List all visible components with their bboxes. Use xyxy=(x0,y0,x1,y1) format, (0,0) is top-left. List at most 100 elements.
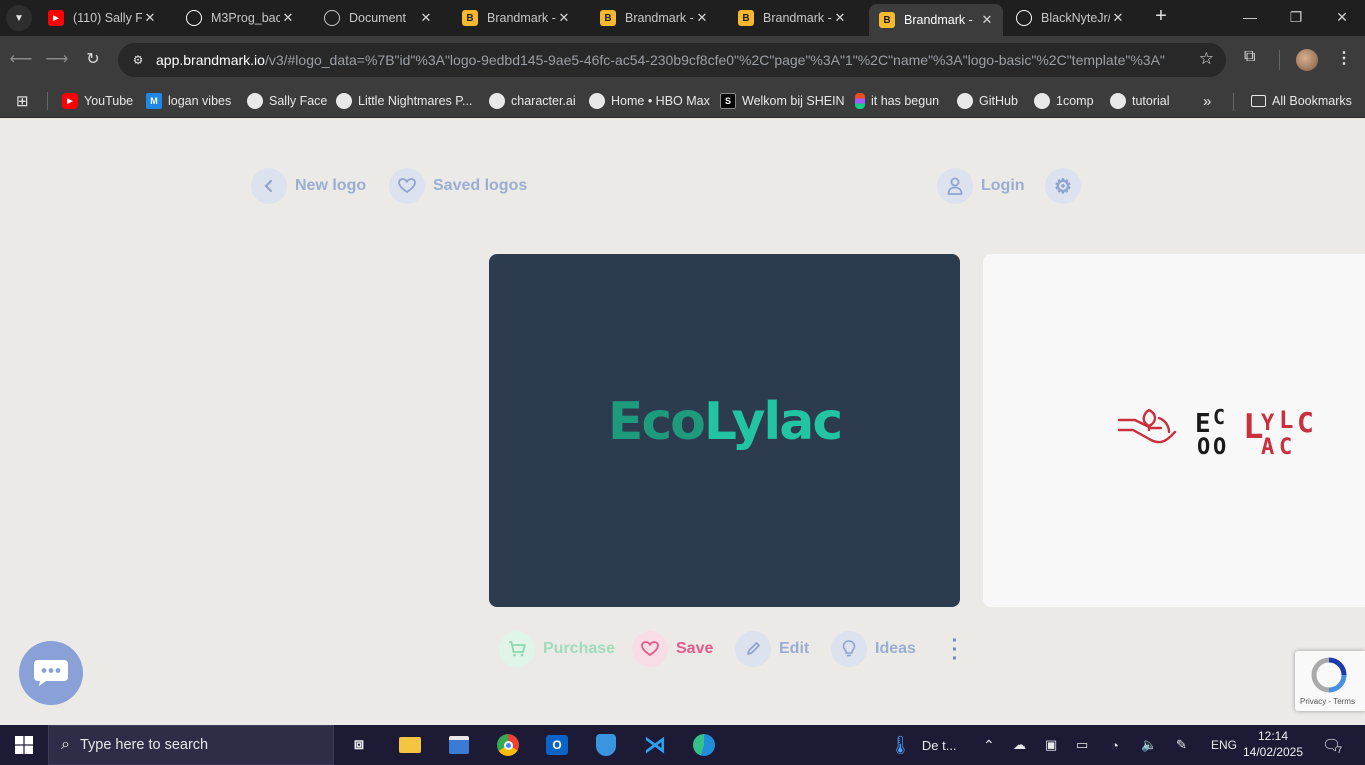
youtube-icon: ▶ xyxy=(48,10,64,26)
shield-app-icon[interactable] xyxy=(592,731,620,759)
globe-icon xyxy=(489,93,505,109)
tab-8[interactable]: BlackNyteJr/✕ xyxy=(1006,4,1134,32)
lylac-letter-l2: L xyxy=(1279,406,1293,434)
tab-close-icon[interactable]: ✕ xyxy=(418,10,434,26)
save-button[interactable]: Save xyxy=(632,631,713,667)
edit-button[interactable]: Edit xyxy=(735,631,809,667)
all-bookmarks-folder[interactable]: All Bookmarks xyxy=(1251,89,1352,113)
tab-title: (110) Sally Fa xyxy=(73,11,142,25)
tab-search-button[interactable]: ▼ xyxy=(6,5,32,31)
site-info-icon[interactable]: ⚙ xyxy=(128,50,148,70)
youtube-icon: ▶ xyxy=(62,93,78,109)
tab-close-icon[interactable]: ✕ xyxy=(280,10,296,26)
search-icon: ⌕ xyxy=(61,736,70,753)
file-explorer-icon[interactable] xyxy=(396,731,424,759)
battery-icon[interactable]: ▭ xyxy=(1076,725,1088,765)
wifi-icon[interactable]: ◔ xyxy=(1111,725,1119,765)
close-window-button[interactable]: ✕ xyxy=(1319,0,1365,34)
logo-preview-card[interactable]: EcoLylac xyxy=(489,254,960,607)
alt-logo-card[interactable]: E C O O L Y L C A C xyxy=(983,254,1365,607)
minimize-button[interactable]: — xyxy=(1227,0,1273,34)
more-options-icon[interactable]: · · · xyxy=(946,631,964,669)
more-bookmarks-icon[interactable]: » xyxy=(1203,89,1211,113)
vscode-icon[interactable]: ⋊ xyxy=(641,731,669,759)
skull-icon xyxy=(247,93,263,109)
pen-icon[interactable]: ✎ xyxy=(1176,725,1187,765)
saved-logos-button[interactable]: Saved logos xyxy=(389,168,527,204)
back-icon[interactable]: ⟵ xyxy=(8,46,34,72)
bookmark-10[interactable]: 1comp xyxy=(1034,89,1094,113)
edge-icon[interactable] xyxy=(690,731,718,759)
bookmark-5[interactable]: character.ai xyxy=(489,89,576,113)
url-text[interactable]: app.brandmark.io/v3/#logo_data=%7B"id"%3… xyxy=(156,52,1166,68)
apps-icon[interactable]: ⊞ xyxy=(16,89,29,113)
tab-close-icon[interactable]: ✕ xyxy=(556,10,572,26)
task-view-icon[interactable]: ⧈ xyxy=(345,731,373,759)
tab-close-icon[interactable]: ✕ xyxy=(142,10,158,26)
thermometer-icon: 🌡 xyxy=(889,734,912,755)
store-icon[interactable] xyxy=(445,731,473,759)
clock-date: 14/02/2025 xyxy=(1242,745,1304,759)
volume-icon[interactable]: 🔈 xyxy=(1141,725,1157,765)
language-indicator[interactable]: ENG xyxy=(1211,725,1237,765)
tab-6[interactable]: B Brandmark - ✕ xyxy=(728,4,856,32)
purchase-button[interactable]: Purchase xyxy=(499,631,615,667)
tab-3[interactable]: Document ✕ xyxy=(314,4,442,32)
windows-taskbar: ⌕ Type here to search ⧈ O ⋊ 🌡 De t... ⌃ … xyxy=(0,725,1365,765)
bookmark-star-icon[interactable]: ☆ xyxy=(1199,49,1214,69)
brandmark-page: New logo Saved logos Login ⚙ EcoLylac E … xyxy=(0,118,1365,725)
tab-close-icon[interactable]: ✕ xyxy=(979,12,995,28)
chevron-left-icon xyxy=(251,168,287,204)
bookmark-7[interactable]: S Welkom bij SHEIN xyxy=(720,89,845,113)
bookmark-label: 1comp xyxy=(1056,94,1094,108)
extensions-icon[interactable]: ⧉ xyxy=(1244,48,1255,66)
bookmark-4[interactable]: Little Nightmares P... xyxy=(336,89,472,113)
bookmark-8[interactable]: it has begun xyxy=(855,89,939,113)
github-icon xyxy=(957,93,973,109)
bookmark-6[interactable]: Home • HBO Max xyxy=(589,89,710,113)
outlook-icon[interactable]: O xyxy=(543,731,571,759)
maximize-button[interactable]: ❐ xyxy=(1273,0,1319,34)
forward-icon[interactable]: ⟶ xyxy=(44,46,70,72)
new-tab-button[interactable]: + xyxy=(1150,6,1172,28)
chrome-icon[interactable] xyxy=(494,731,522,759)
menu-icon[interactable]: ⋮ xyxy=(1336,48,1352,68)
tab-close-icon[interactable]: ✕ xyxy=(694,10,710,26)
recaptcha-badge[interactable]: Privacy - Terms xyxy=(1295,651,1365,711)
tab-4[interactable]: B Brandmark - ✕ xyxy=(452,4,580,32)
figma-icon xyxy=(855,93,865,109)
profile-avatar[interactable] xyxy=(1296,49,1318,71)
notification-center[interactable]: 🗨 7 xyxy=(1322,725,1342,765)
settings-button[interactable]: ⚙ xyxy=(1045,168,1081,204)
reload-icon[interactable]: ↻ xyxy=(80,46,106,72)
recaptcha-terms[interactable]: Privacy - Terms xyxy=(1300,697,1355,706)
bookmark-11[interactable]: tutorial xyxy=(1110,89,1170,113)
tab-1[interactable]: ▶ (110) Sally Fa✕ xyxy=(38,4,166,32)
tab-7[interactable]: B Brandmark - ✕ xyxy=(869,4,1003,36)
m-icon: M xyxy=(146,93,162,109)
chat-widget-button[interactable] xyxy=(19,641,83,705)
tab-strip: ▼ ▶(110) Sally Fa✕M3Prog_bac✕Document✕BB… xyxy=(0,0,1365,36)
bookmark-label: Welkom bij SHEIN xyxy=(742,94,845,108)
ideas-button[interactable]: Ideas xyxy=(831,631,916,667)
bookmark-3[interactable]: Sally Face xyxy=(247,89,327,113)
show-hidden-icons-icon[interactable]: ⌃ xyxy=(983,725,995,765)
bookmark-2[interactable]: Mlogan vibes xyxy=(146,89,231,113)
camera-tray-icon[interactable]: ▣ xyxy=(1045,725,1057,765)
tab-close-icon[interactable]: ✕ xyxy=(1110,10,1126,26)
weather-widget[interactable]: 🌡 De t... xyxy=(889,725,957,765)
globe-icon xyxy=(1110,93,1126,109)
tab-2[interactable]: M3Prog_bac ✕ xyxy=(176,4,304,32)
tab-close-icon[interactable]: ✕ xyxy=(832,10,848,26)
address-bar[interactable]: ⚙ app.brandmark.io/v3/#logo_data=%7B"id"… xyxy=(118,43,1226,77)
login-button[interactable]: Login xyxy=(937,168,1025,204)
onedrive-icon[interactable]: ☁ xyxy=(1013,725,1026,765)
brandmark-icon: B xyxy=(600,10,616,26)
bookmark-9[interactable]: GitHub xyxy=(957,89,1018,113)
start-button[interactable] xyxy=(0,725,48,765)
bookmark-1[interactable]: ▶ YouTube xyxy=(62,89,133,113)
taskbar-search[interactable]: ⌕ Type here to search xyxy=(48,725,334,765)
new-logo-button[interactable]: New logo xyxy=(251,168,366,204)
clock[interactable]: 12:14 14/02/2025 xyxy=(1240,728,1306,760)
tab-5[interactable]: B Brandmark - ✕ xyxy=(590,4,718,32)
